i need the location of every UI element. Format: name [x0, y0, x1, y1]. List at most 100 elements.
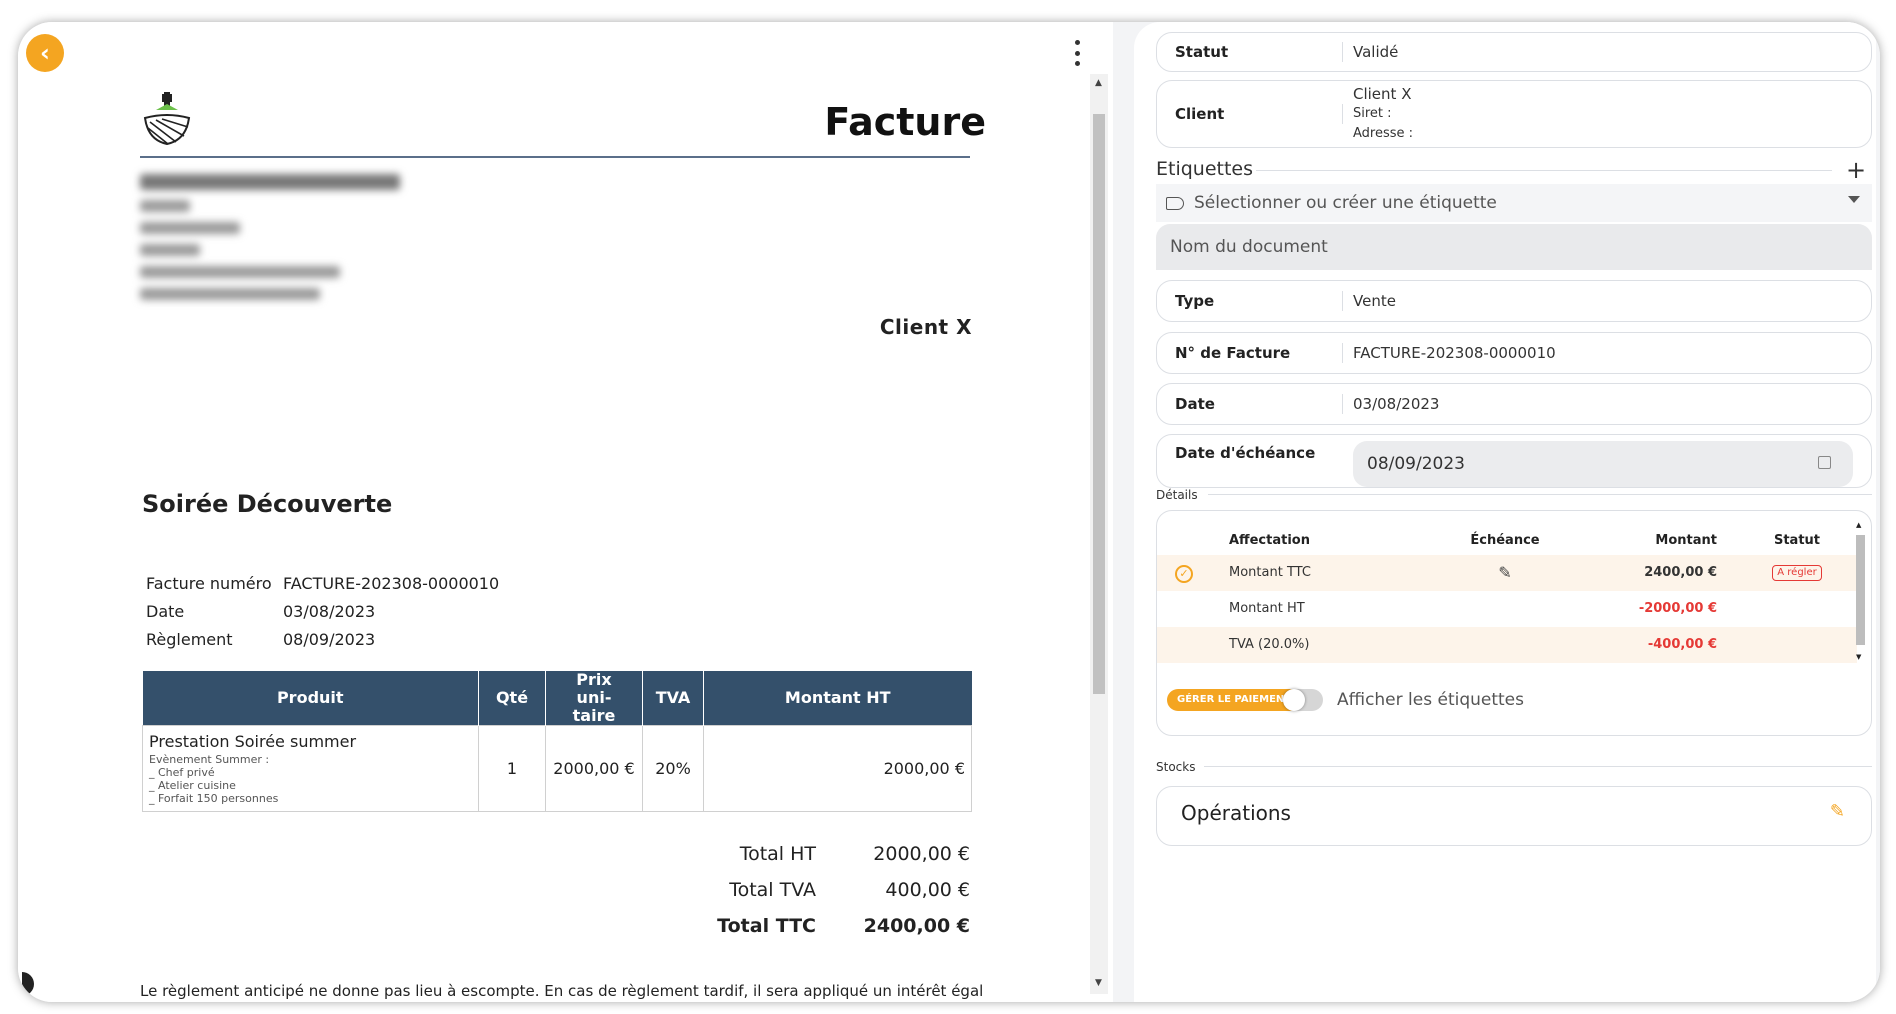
col-header: Qté	[478, 671, 546, 726]
check-circle-icon[interactable]: ✓	[1175, 565, 1193, 583]
manage-payment-button[interactable]: GÉRER LE PAIEMENT	[1167, 689, 1302, 711]
status-badge: A régler	[1772, 564, 1822, 581]
meta-value: 08/09/2023	[283, 630, 376, 649]
montant-cell: -2000,00 €	[1638, 601, 1717, 616]
invoice-meta: Facture numéro FACTURE-202308-0000010 Dat…	[146, 570, 499, 654]
company-logo	[143, 92, 191, 146]
invoice-totals: Total HT 2000,00 € Total TVA 400,00 € Tota…	[700, 836, 970, 944]
qty-cell: 1	[478, 725, 546, 812]
client-name: Client X	[1353, 85, 1412, 103]
table-row: TVA (20.0%) -400,00 €	[1157, 627, 1857, 663]
invoice-subject: Soirée Découverte	[142, 490, 393, 518]
type-value: Vente	[1353, 292, 1396, 310]
statut-value: Validé	[1353, 43, 1399, 61]
invoice-client-name: Client X	[879, 315, 972, 339]
total-value: 2000,00 €	[873, 843, 970, 865]
col-header: Produit	[142, 671, 479, 726]
details-label: Détails	[1156, 488, 1198, 502]
title-divider	[140, 156, 970, 158]
tva-cell: 20%	[642, 725, 704, 812]
pencil-icon[interactable]: ✎	[1830, 801, 1845, 822]
invoice-lines-table: Produit Qté Prix uni-taire TVA Montant H…	[142, 671, 972, 812]
meta-value: FACTURE-202308-0000010	[283, 574, 500, 593]
scroll-down-icon[interactable]: ▼	[1095, 978, 1102, 988]
total-label: Total TTC	[717, 915, 816, 937]
pencil-icon[interactable]: ✎	[1498, 555, 1511, 591]
product-cell: Prestation Soirée summer Evènement Summe…	[142, 725, 479, 812]
details-panel: Statut Validé Client Client X Siret : Ad…	[1134, 22, 1876, 1002]
col-header: Montant	[1655, 533, 1717, 548]
meta-value: 03/08/2023	[283, 602, 376, 621]
tag-select-placeholder: Sélectionner ou créer une étiquette	[1194, 193, 1497, 213]
etiquettes-label: Etiquettes	[1156, 158, 1254, 180]
show-tags-toggle[interactable]	[1283, 689, 1323, 711]
amount-cell: 2000,00 €	[703, 725, 972, 812]
back-button[interactable]: ‹	[26, 34, 64, 72]
unit-price-cell: 2000,00 €	[545, 725, 643, 812]
total-value: 2400,00 €	[863, 915, 970, 937]
col-header: Montant HT	[703, 671, 972, 726]
meta-label: Date	[146, 602, 185, 621]
more-options-icon[interactable]	[1072, 40, 1082, 66]
date-field[interactable]: Date 03/08/2023	[1156, 383, 1872, 425]
toggle-knob	[1283, 689, 1305, 711]
field-label: Statut	[1157, 42, 1343, 62]
client-field[interactable]: Client Client X Siret : Adresse :	[1156, 80, 1872, 148]
product-name: Prestation Soirée summer	[149, 732, 357, 751]
col-header: Prix uni-taire	[545, 671, 643, 726]
due-date-input[interactable]: 08/09/2023	[1353, 441, 1853, 487]
stocks-label: Stocks	[1156, 760, 1196, 774]
details-table: Affectation Échéance Montant Statut ✓ Mo…	[1156, 510, 1872, 736]
col-header: Statut	[1773, 533, 1821, 548]
client-siret: Siret :	[1353, 106, 1392, 121]
invoice-preview: ‹ ▲ ▼ Facture Client X Soirée Découverte…	[18, 22, 1113, 1002]
blurred-company-address	[140, 174, 400, 310]
total-label: Total HT	[739, 843, 816, 865]
tag-icon	[1166, 196, 1184, 210]
field-label: Type	[1157, 291, 1343, 311]
tag-select[interactable]: Sélectionner ou créer une étiquette	[1156, 184, 1872, 222]
type-field[interactable]: Type Vente	[1156, 280, 1872, 322]
col-header: Affectation	[1229, 533, 1310, 548]
preview-scrollbar[interactable]: ▲ ▼	[1090, 74, 1108, 994]
divider	[1256, 170, 1832, 171]
montant-cell: -400,00 €	[1647, 637, 1717, 652]
divider	[1204, 766, 1872, 767]
status-cell: A régler	[1757, 555, 1837, 591]
table-row[interactable]: ✓ Montant TTC ✎ 2400,00 € A régler	[1157, 555, 1857, 591]
scroll-down-icon[interactable]: ▼	[1856, 653, 1861, 661]
scrollbar-thumb[interactable]	[1856, 535, 1865, 645]
table-row: Prestation Soirée summer Evènement Summe…	[142, 725, 972, 812]
meta-label: Facture numéro	[146, 574, 272, 593]
corner-handle	[22, 972, 34, 996]
add-tag-icon[interactable]: +	[1846, 156, 1866, 184]
field-label: Client	[1157, 104, 1343, 124]
statut-field: Statut Validé	[1156, 32, 1872, 72]
divider	[1208, 494, 1872, 495]
scroll-up-icon[interactable]: ▲	[1856, 521, 1861, 529]
due-date-field: Date d'échéance 08/09/2023	[1156, 434, 1872, 488]
scroll-up-icon[interactable]: ▲	[1095, 78, 1102, 88]
invoice-title: Facture	[824, 100, 986, 144]
field-label: Date d'échéance	[1175, 444, 1316, 462]
total-value: 400,00 €	[885, 879, 970, 901]
total-label: Total TVA	[729, 879, 816, 901]
affectation-cell: Montant HT	[1229, 601, 1305, 616]
montant-cell: 2400,00 €	[1644, 565, 1717, 580]
due-date-value: 08/09/2023	[1367, 454, 1465, 474]
field-label: Date	[1157, 394, 1343, 414]
table-row: Montant HT -2000,00 €	[1157, 591, 1857, 627]
document-name-input[interactable]: Nom du document	[1156, 224, 1872, 270]
calendar-icon[interactable]	[1818, 456, 1831, 469]
meta-label: Règlement	[146, 630, 233, 649]
chevron-left-icon: ‹	[40, 39, 50, 67]
affectation-cell: Montant TTC	[1229, 565, 1311, 580]
payment-terms-footnote: Le règlement anticipé ne donne pas lieu …	[140, 982, 984, 1000]
scrollbar-thumb[interactable]	[1093, 114, 1105, 694]
operations-label: Opérations	[1181, 801, 1291, 825]
operations-section[interactable]: Opérations ✎	[1156, 786, 1872, 846]
invoice-number-field[interactable]: N° de Facture FACTURE-202308-0000010	[1156, 332, 1872, 374]
client-value: Client X Siret : Adresse :	[1343, 84, 1413, 144]
details-scrollbar[interactable]: ▲ ▼	[1853, 521, 1867, 661]
affectation-cell: TVA (20.0%)	[1229, 637, 1310, 652]
